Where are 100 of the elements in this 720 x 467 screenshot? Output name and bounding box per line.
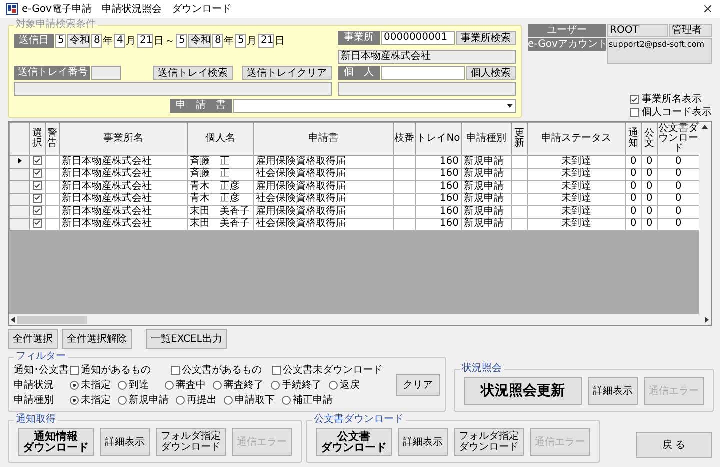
account-field: support2@psd-soft.com	[607, 38, 712, 64]
column-header[interactable]: 警告	[46, 122, 60, 156]
column-header[interactable]: 個人名	[188, 122, 254, 156]
table-cell: 0	[642, 168, 658, 180]
column-header[interactable]: 申請ステータス	[528, 122, 626, 156]
action-button[interactable]: フォルダ指定 ダウンロード	[156, 428, 226, 456]
scroll-up-icon[interactable]	[702, 125, 708, 129]
scroll-right-icon[interactable]	[705, 316, 709, 322]
table-cell: 未到達	[528, 193, 626, 206]
current-row-icon	[18, 158, 22, 164]
checkbox[interactable]	[70, 366, 79, 374]
table-cell: 新日本物産株式会社	[60, 218, 188, 230]
column-header[interactable]: 申請書	[254, 122, 394, 156]
group-title: フィルター	[15, 352, 67, 362]
action-button[interactable]: 通知情報 ダウンロード	[18, 428, 94, 456]
option-label: 手続終了	[282, 380, 322, 390]
date-field[interactable]: 8	[91, 34, 102, 48]
date-field[interactable]: 4	[114, 34, 125, 48]
table-cell: 0	[642, 206, 658, 218]
era-field[interactable]: 令和	[188, 34, 211, 48]
row-header[interactable]	[10, 156, 30, 168]
action-button[interactable]: 状況照会更新	[464, 377, 582, 405]
table-cell: 末田 美香子	[188, 206, 254, 218]
radio-button[interactable]	[165, 380, 174, 390]
person-field[interactable]	[381, 66, 465, 80]
list-action-button[interactable]: 一覧EXCEL出力	[146, 329, 228, 349]
date-unit: 日	[154, 35, 164, 48]
table-cell: 雇用保険資格取得届	[254, 206, 394, 218]
column-header[interactable]: 公文書ダウンロード	[658, 122, 700, 156]
back-button[interactable]: 戻 る	[636, 432, 712, 458]
column-header[interactable]: トレイNo	[416, 122, 462, 156]
action-button[interactable]: 詳細表示	[588, 377, 638, 405]
date-unit: 月	[126, 35, 136, 48]
checkbox[interactable]	[630, 95, 639, 104]
radio-button[interactable]	[329, 380, 338, 390]
radio-button[interactable]	[271, 380, 280, 390]
checkbox[interactable]	[630, 108, 639, 117]
row-checkbox[interactable]	[33, 206, 42, 215]
radio-button[interactable]	[282, 396, 291, 404]
radio-button[interactable]	[70, 396, 79, 404]
scroll-thumb[interactable]	[17, 316, 87, 324]
radio-button[interactable]	[213, 380, 222, 390]
table-cell	[512, 206, 528, 218]
option-label: 個人コード表示	[642, 107, 712, 118]
date-unit: 年	[103, 35, 113, 48]
radio-button[interactable]	[224, 396, 233, 404]
action-button[interactable]: 公文書 ダウンロード	[316, 428, 392, 456]
radio-button[interactable]	[118, 380, 127, 390]
column-header[interactable]: 選択	[30, 122, 46, 156]
option-label: 事業所名表示	[642, 94, 702, 105]
table-cell: 160	[416, 193, 462, 206]
action-button[interactable]: 詳細表示	[398, 428, 448, 456]
user-role-field: 管理者	[669, 24, 712, 37]
column-header[interactable]: 事業所名	[60, 122, 188, 156]
table-cell: 新規申請	[462, 168, 512, 180]
row-checkbox[interactable]	[33, 181, 42, 190]
date-field[interactable]: 5	[176, 34, 187, 48]
radio-button[interactable]	[118, 396, 127, 404]
action-button[interactable]: フォルダ指定 ダウンロード	[454, 428, 524, 456]
table-cell: 青木 正彦	[188, 180, 254, 193]
date-field[interactable]: 21	[258, 34, 274, 48]
tray-button[interactable]: 送信トレイ検索	[153, 66, 233, 80]
field-label: 送信日	[14, 34, 54, 48]
date-field[interactable]: 5	[235, 34, 246, 48]
checkbox[interactable]	[171, 366, 180, 374]
column-header[interactable]: 公文	[642, 122, 658, 156]
era-field[interactable]: 令和	[67, 34, 90, 48]
column-header[interactable]: 申請種別	[462, 122, 512, 156]
column-header[interactable]: 更新	[512, 122, 528, 156]
column-header[interactable]: 枝番	[394, 122, 416, 156]
radio-button[interactable]	[176, 396, 185, 404]
action-button[interactable]: 詳細表示	[100, 428, 150, 456]
list-action-button[interactable]: 全件選択	[8, 329, 58, 349]
person-search-button[interactable]: 個人検索	[466, 66, 516, 80]
tray-button[interactable]: 送信トレイクリア	[242, 66, 332, 80]
scroll-left-icon[interactable]	[11, 316, 15, 322]
row-checkbox[interactable]	[33, 156, 42, 165]
office-search-button[interactable]: 事業所検索	[456, 31, 516, 45]
group-title: 公文書ダウンロード	[313, 415, 405, 425]
option-label: 到達	[129, 380, 149, 390]
date-field[interactable]: 5	[55, 34, 66, 48]
option-label: 申請取下	[235, 394, 275, 406]
date-field[interactable]: 21	[137, 34, 153, 48]
table-cell: 未到達	[528, 206, 626, 218]
list-action-button[interactable]: 全件選択解除	[62, 329, 132, 349]
checkbox[interactable]	[272, 366, 281, 374]
column-header[interactable]: 通知	[626, 122, 642, 156]
clear-button[interactable]: クリア	[396, 374, 440, 396]
office-code-field[interactable]: 0000000001	[381, 31, 455, 45]
table-cell: 0	[626, 168, 642, 180]
table-cell	[512, 218, 528, 230]
close-icon[interactable]	[702, 3, 714, 15]
office-name-field: 新日本物産株式会社	[338, 50, 516, 64]
table-cell: 0	[626, 193, 642, 206]
table-cell: 末田 美香子	[188, 218, 254, 230]
form-select[interactable]	[233, 99, 516, 113]
group-title: 状況照会	[461, 364, 503, 374]
radio-button[interactable]	[70, 380, 79, 390]
date-field[interactable]: 8	[212, 34, 223, 48]
tray-number-field[interactable]	[91, 66, 121, 80]
